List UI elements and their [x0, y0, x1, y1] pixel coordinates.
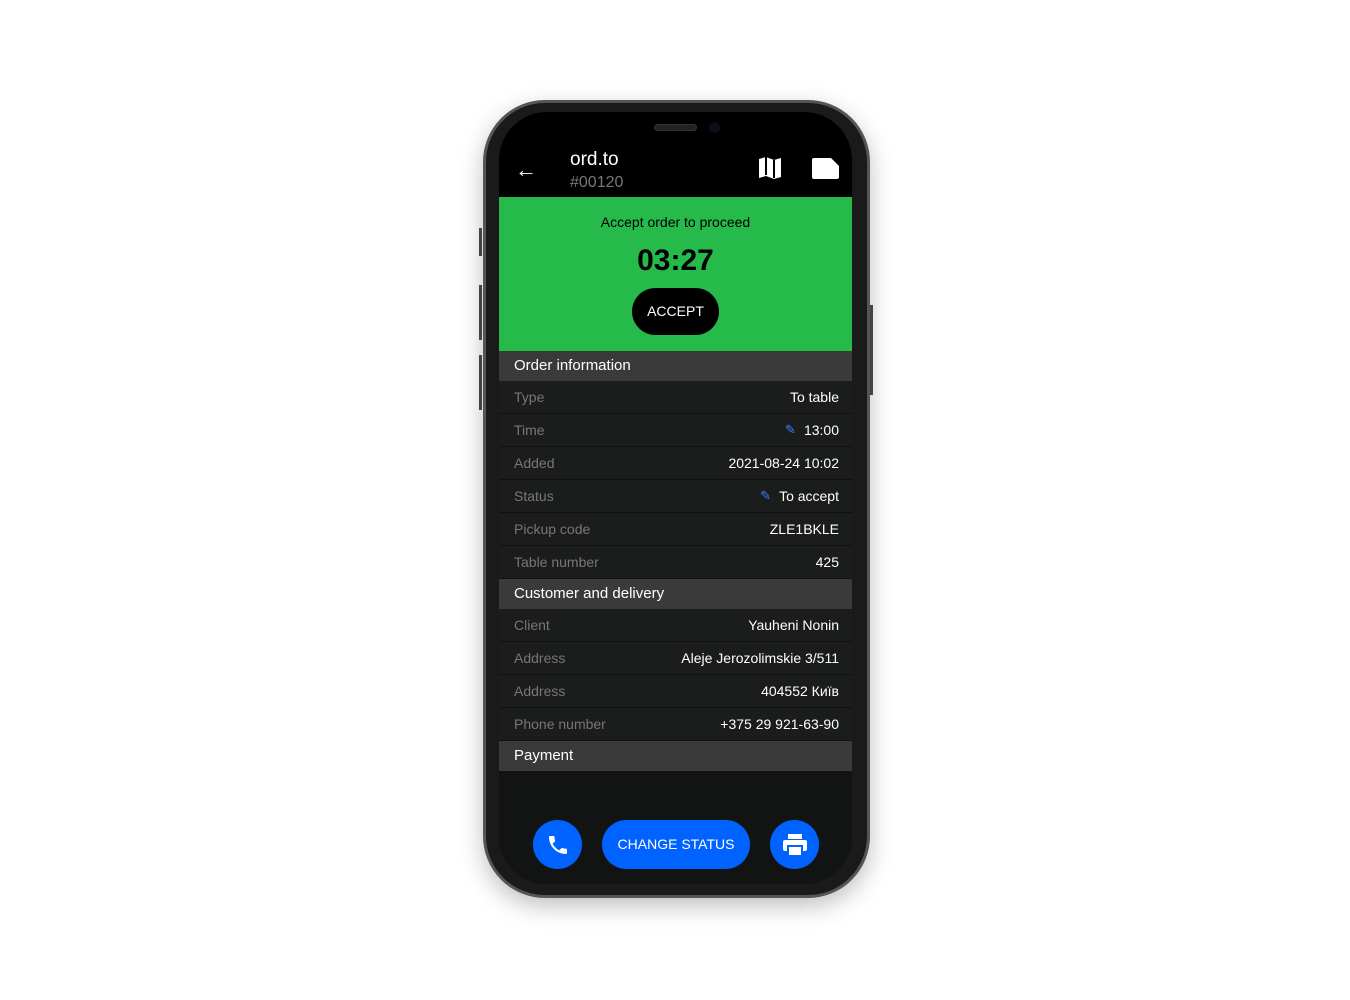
detail-row: Address Aleje Jerozolimskie 3/511	[499, 642, 852, 675]
row-value-text: 404552 Київ	[761, 683, 839, 699]
row-value: ✎ To accept	[760, 488, 839, 504]
section-payment: Payment	[499, 741, 852, 771]
row-value-text: Yauheni Nonin	[748, 617, 839, 633]
app-header: ← ord.to #00120	[499, 112, 852, 197]
row-label: Table number	[514, 554, 599, 570]
row-value: 425	[816, 554, 839, 570]
row-value-text: 2021-08-24 10:02	[728, 455, 839, 471]
row-label: Type	[514, 389, 545, 405]
order-number: #00120	[570, 174, 624, 191]
row-label: Phone number	[514, 716, 606, 732]
row-label: Address	[514, 650, 566, 666]
print-button[interactable]	[770, 820, 819, 869]
power-button	[870, 305, 873, 395]
row-value-text: +375 29 921-63-90	[720, 716, 839, 732]
detail-row: Type To table	[499, 381, 852, 414]
volume-up-button	[479, 285, 482, 340]
printer-icon	[782, 833, 807, 857]
action-bar: CHANGE STATUS	[499, 820, 852, 870]
row-value: 2021-08-24 10:02	[728, 455, 839, 471]
row-label: Status	[514, 488, 554, 504]
volume-down-button	[479, 355, 482, 410]
page-title: ord.to	[570, 149, 619, 170]
arrow-left-icon[interactable]: ←	[515, 157, 537, 183]
row-value-text: To accept	[779, 488, 839, 504]
row-value-text: ZLE1BKLE	[769, 521, 839, 537]
row-value: ✎ 13:00	[785, 422, 839, 438]
countdown-timer: 03:27	[637, 244, 714, 277]
detail-row[interactable]: Time ✎ 13:00	[499, 414, 852, 447]
row-value: ZLE1BKLE	[770, 521, 839, 537]
map-icon[interactable]	[758, 156, 782, 180]
section-order-information: Order information	[499, 351, 852, 381]
detail-row: Phone number +375 29 921-63-90	[499, 708, 852, 741]
mute-switch	[479, 228, 482, 256]
note-icon[interactable]	[812, 158, 839, 179]
row-value: +375 29 921-63-90	[720, 716, 839, 732]
row-value-text: 425	[815, 554, 839, 570]
row-value: Aleje Jerozolimskie 3/511	[681, 650, 839, 666]
detail-row: Client Yauheni Nonin	[499, 609, 852, 642]
detail-row[interactable]: Status ✎ To accept	[499, 480, 852, 513]
app-screen: ← ord.to #00120 Accept order to proceed …	[499, 112, 852, 884]
detail-row: Table number 425	[499, 546, 852, 579]
call-button[interactable]	[533, 820, 582, 869]
detail-row: Pickup code ZLE1BKLE	[499, 513, 852, 546]
accept-button[interactable]: ACCEPT	[632, 288, 719, 335]
change-status-button[interactable]: CHANGE STATUS	[602, 820, 750, 869]
phone-icon	[548, 835, 567, 854]
row-value: 404552 Київ	[761, 683, 839, 699]
row-label: Address	[514, 683, 566, 699]
row-value: To table	[790, 389, 839, 405]
detail-row: Address 404552 Київ	[499, 675, 852, 708]
row-value: Yauheni Nonin	[748, 617, 839, 633]
row-label: Added	[514, 455, 555, 471]
order-details: Order information Type To table Time ✎ 13:00…	[499, 351, 852, 884]
row-label: Pickup code	[514, 521, 591, 537]
accept-banner: Accept order to proceed 03:27 ACCEPT	[499, 197, 852, 351]
row-label: Time	[514, 422, 545, 438]
row-value-text: To table	[789, 389, 839, 405]
row-label: Client	[514, 617, 550, 633]
edit-pencil-icon[interactable]: ✎	[785, 422, 796, 438]
edit-pencil-icon[interactable]: ✎	[760, 488, 771, 504]
row-value-text: 13:00	[803, 422, 839, 438]
section-customer-delivery: Customer and delivery	[499, 579, 852, 609]
detail-row: Added 2021-08-24 10:02	[499, 447, 852, 480]
row-value-text: Aleje Jerozolimskie 3/511	[681, 650, 839, 666]
accept-message: Accept order to proceed	[600, 214, 751, 230]
